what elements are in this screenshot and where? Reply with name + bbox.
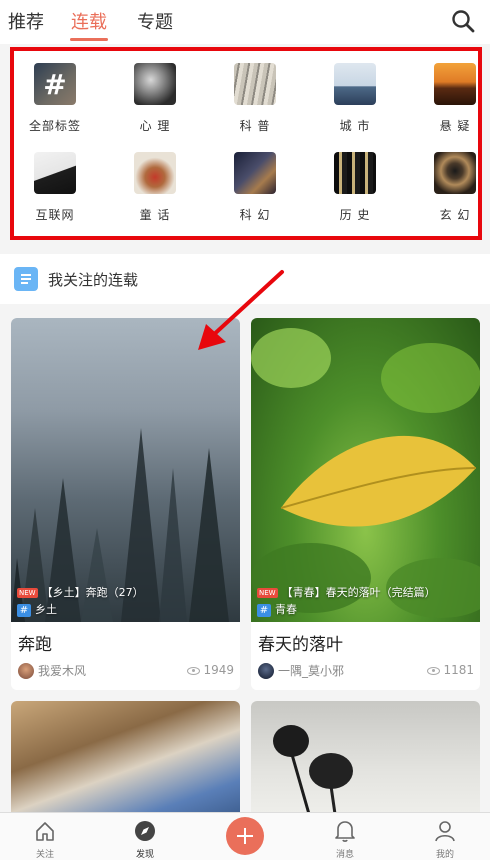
hash-icon: #	[17, 603, 31, 617]
category-label: 科 普	[239, 119, 271, 133]
category-science[interactable]: 科 普	[210, 51, 300, 135]
serial-card[interactable]: NEW 【青春】春天的落叶（完结篇） # 青春 春天的落叶 一隅_莫小邪 1181	[251, 318, 480, 690]
followed-serials-header[interactable]: 我关注的连载	[0, 254, 490, 304]
book-photo	[234, 63, 276, 105]
avatar	[18, 662, 34, 679]
laptop-photo	[34, 152, 76, 194]
leaf-photo	[251, 318, 480, 622]
category-history[interactable]: 历 史	[310, 140, 400, 224]
card-title: 春天的落叶	[258, 635, 343, 655]
category-city[interactable]: 城 市	[310, 51, 400, 135]
category-label: 玄 幻	[439, 208, 471, 222]
bottom-navigation: 关注 发现 消息 我的	[0, 812, 490, 860]
eye-icon	[427, 666, 441, 675]
category-label: 悬 疑	[439, 119, 471, 133]
category-label: 城 市	[339, 119, 371, 133]
series-name: 【青春】春天的落叶（完结篇）	[281, 586, 436, 599]
tag-name: 青春	[275, 603, 297, 616]
category-psychology[interactable]: 心 理	[110, 51, 200, 135]
reindeer-photo	[134, 152, 176, 194]
app-screen: 推荐 连载 专题 # 全部标签 心 理 科 普 城 市 悬 疑 互联网 童 话 …	[0, 0, 490, 860]
tag-line: # 青春	[257, 601, 297, 617]
category-label: 互联网	[35, 208, 75, 222]
nav-label: 我的	[435, 850, 454, 860]
author-name: 我爱木风	[38, 664, 87, 678]
foggy-forest-photo	[11, 318, 240, 622]
document-icon	[14, 267, 38, 291]
card-title: 奔跑	[18, 635, 52, 655]
nav-label: 发现	[135, 850, 154, 860]
series-name: 【乡土】奔跑（27）	[41, 586, 144, 599]
nav-label: 关注	[35, 850, 54, 860]
view-count: 1949	[187, 663, 234, 677]
category-label: 全部标签	[28, 119, 81, 133]
pillars-photo	[334, 152, 376, 194]
painting-photo	[11, 701, 240, 821]
compass-icon	[135, 821, 155, 841]
category-label: 历 史	[339, 208, 371, 222]
category-scifi[interactable]: 科 幻	[210, 140, 300, 224]
tag-name: 乡土	[35, 603, 57, 616]
nav-follow[interactable]: 关注	[0, 813, 90, 860]
category-fairy-tale[interactable]: 童 话	[110, 140, 200, 224]
view-count: 1181	[427, 663, 474, 677]
avatar	[258, 662, 274, 679]
galaxy-photo	[234, 152, 276, 194]
face-photo	[134, 63, 176, 105]
category-all-tags[interactable]: # 全部标签	[10, 51, 100, 135]
nav-messages[interactable]: 消息	[300, 813, 390, 860]
tab-recommend[interactable]: 推荐	[8, 8, 44, 34]
search-icon[interactable]	[450, 8, 476, 34]
category-label: 心 理	[139, 119, 171, 133]
hash-icon: #	[257, 603, 271, 617]
category-grid: # 全部标签 心 理 科 普 城 市 悬 疑 互联网 童 话 科 幻 历 史 玄…	[10, 47, 482, 240]
tag-line: # 乡土	[17, 601, 57, 617]
category-internet[interactable]: 互联网	[10, 140, 100, 224]
serial-card[interactable]	[11, 701, 240, 821]
tab-serial[interactable]: 连载	[71, 8, 107, 34]
skyline-photo	[334, 63, 376, 105]
series-line: NEW 【乡土】奔跑（27）	[17, 584, 144, 600]
active-tab-indicator	[70, 38, 108, 41]
category-suspense[interactable]: 悬 疑	[410, 51, 490, 135]
person-icon	[435, 821, 455, 842]
nav-discover[interactable]: 发现	[100, 813, 190, 860]
bell-icon	[335, 821, 355, 842]
author-name: 一隅_莫小邪	[278, 664, 345, 678]
plus-icon[interactable]	[226, 817, 264, 855]
eye-icon	[187, 666, 201, 675]
home-icon	[36, 822, 54, 841]
category-label: 童 话	[139, 208, 171, 222]
new-badge: NEW	[257, 588, 278, 598]
nav-label: 消息	[335, 850, 354, 860]
category-label: 科 幻	[239, 208, 271, 222]
flower-silhouette-photo	[251, 701, 480, 821]
serial-card[interactable]	[251, 701, 480, 821]
series-line: NEW 【青春】春天的落叶（完结篇）	[257, 584, 436, 600]
top-tab-bar: 推荐 连载 专题	[0, 0, 490, 44]
author[interactable]: 我爱木风	[18, 662, 86, 680]
category-fantasy[interactable]: 玄 幻	[410, 140, 490, 224]
tunnel-photo	[434, 152, 476, 194]
nav-profile[interactable]: 我的	[400, 813, 490, 860]
hash-icon: #	[34, 63, 76, 105]
dusk-photo	[434, 63, 476, 105]
tab-topics[interactable]: 专题	[137, 8, 173, 34]
svg-text:#: #	[43, 68, 66, 101]
new-badge: NEW	[17, 588, 38, 598]
section-title: 我关注的连载	[48, 271, 139, 289]
author[interactable]: 一隅_莫小邪	[258, 662, 344, 680]
serial-card[interactable]: NEW 【乡土】奔跑（27） # 乡土 奔跑 我爱木风 1949	[11, 318, 240, 690]
